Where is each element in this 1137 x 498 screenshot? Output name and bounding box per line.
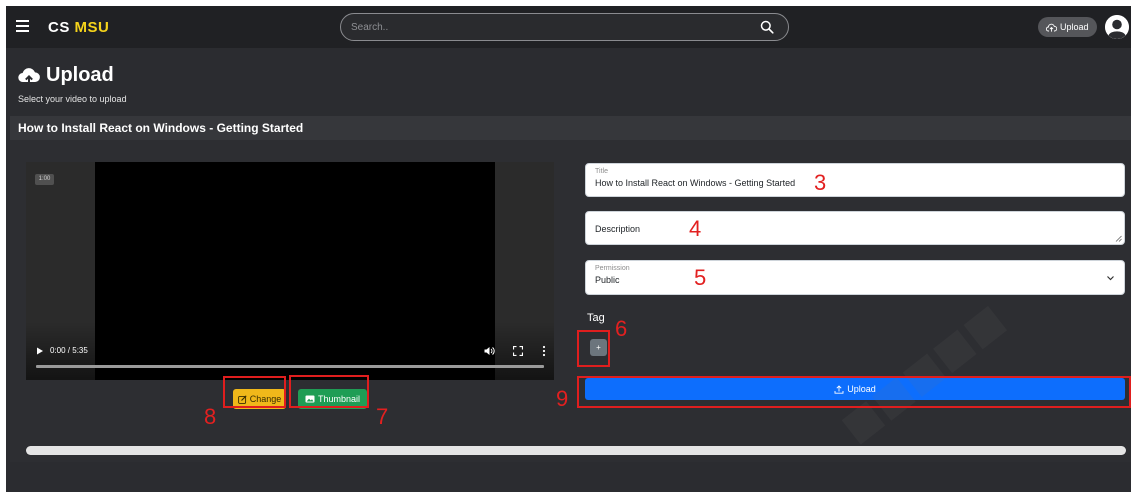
brand-accent-text: MSU [74, 19, 110, 36]
app-window: CS MSU Upload [6, 6, 1131, 492]
video-heading-bar: How to Install React on Windows - Gettin… [10, 116, 1131, 140]
more-options-icon[interactable] [542, 345, 546, 357]
permission-select[interactable]: Permission Public [585, 260, 1125, 295]
annotation-number-description: 4 [689, 216, 702, 241]
play-icon[interactable] [36, 347, 44, 355]
annotation-number-upload: 9 [556, 386, 569, 411]
nav-upload-label: Upload [1060, 22, 1089, 32]
annotation-box-change [223, 376, 286, 408]
resize-handle-icon[interactable] [1115, 235, 1122, 242]
search-input[interactable] [351, 18, 731, 36]
title-field[interactable]: Title How to Install React on Windows - … [585, 163, 1125, 197]
cloud-upload-icon [18, 67, 40, 85]
search-bar[interactable] [340, 13, 789, 41]
description-field[interactable]: Description [585, 211, 1125, 245]
permission-value: Public [595, 275, 620, 285]
chevron-down-icon [1107, 276, 1114, 281]
time-display: 0:00 / 5:35 [50, 346, 88, 355]
top-navbar: CS MSU Upload [6, 6, 1131, 48]
description-placeholder: Description [595, 224, 641, 234]
video-player[interactable]: 1:00 0:00 / 5:35 [26, 162, 554, 380]
page-title: Upload [18, 64, 114, 87]
annotation-number-title: 3 [814, 170, 827, 195]
annotation-number-permission: 5 [694, 265, 707, 290]
upload-progress-bar [26, 446, 1126, 455]
video-seek-bar[interactable] [36, 365, 544, 368]
annotation-box-tag [577, 330, 610, 367]
title-field-value[interactable]: How to Install React on Windows - Gettin… [595, 178, 795, 188]
avatar[interactable] [1105, 15, 1129, 39]
search-icon[interactable] [760, 20, 774, 34]
brand-logo[interactable]: CS MSU [48, 19, 109, 36]
annotation-number-tag: 6 [615, 316, 628, 341]
nav-upload-button[interactable]: Upload [1038, 17, 1097, 37]
annotation-box-upload [577, 376, 1131, 408]
user-avatar-icon [1105, 15, 1129, 39]
cloud-upload-icon [1046, 23, 1057, 32]
page-title-text: Upload [46, 64, 114, 86]
permission-label: Permission [595, 265, 630, 272]
brand-primary-text: CS [48, 19, 70, 36]
volume-icon[interactable] [484, 346, 495, 356]
hamburger-menu-icon[interactable] [16, 20, 29, 32]
fullscreen-icon[interactable] [513, 346, 523, 356]
annotation-number-thumbnail: 7 [376, 404, 389, 429]
page-subtitle: Select your video to upload [18, 94, 127, 104]
annotation-number-change: 8 [204, 404, 217, 429]
tag-label: Tag [587, 312, 605, 324]
title-field-label: Title [595, 168, 608, 175]
player-controls-overlay [26, 322, 554, 380]
time-badge: 1:00 [35, 174, 54, 185]
video-heading: How to Install React on Windows - Gettin… [18, 121, 304, 135]
annotation-box-thumbnail [289, 375, 369, 408]
